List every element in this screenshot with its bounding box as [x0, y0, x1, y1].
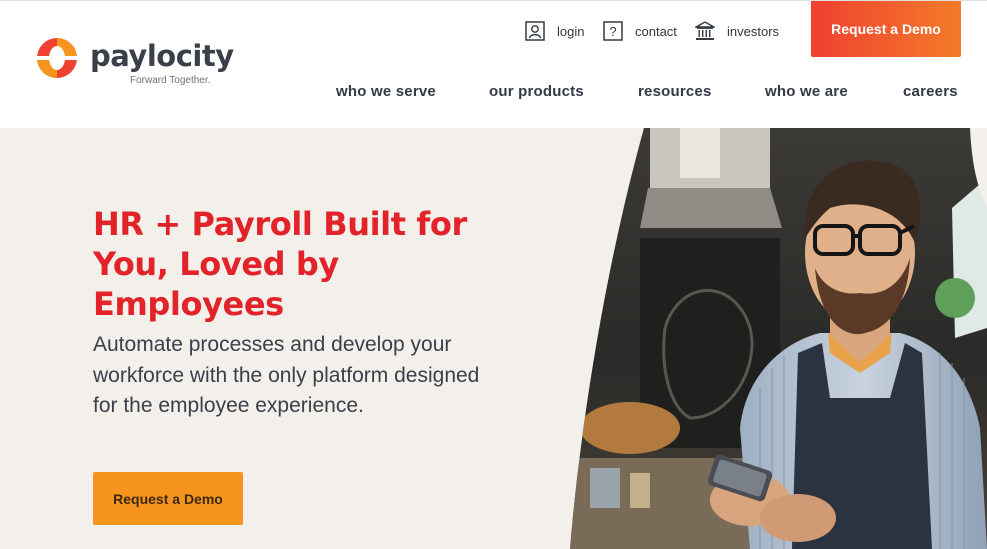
paylocity-logo-icon — [36, 38, 78, 78]
contact-link[interactable]: ? contact — [603, 20, 677, 42]
request-demo-header-button[interactable]: Request a Demo — [811, 1, 961, 57]
login-label: login — [557, 23, 585, 39]
paylocity-logo[interactable]: paylocity Forward Together. — [34, 35, 234, 91]
svg-text:?: ? — [609, 24, 616, 39]
question-icon: ? — [603, 21, 623, 41]
nav-who-we-serve[interactable]: who we serve — [336, 83, 436, 100]
investors-label: investors — [727, 23, 780, 39]
building-icon — [695, 21, 715, 40]
man-with-phone-in-apron-photo — [570, 128, 987, 549]
nav-resources[interactable]: resources — [638, 83, 712, 100]
investors-link[interactable]: investors — [695, 20, 779, 42]
nav-who-we-are[interactable]: who we are — [765, 83, 848, 100]
logo-wordmark: paylocity — [90, 39, 234, 73]
nav-careers[interactable]: careers — [903, 83, 958, 100]
hero-title: HR + Payroll Built for You, Loved by Emp… — [93, 205, 467, 323]
site-header: paylocity Forward Together. login ? cont… — [0, 0, 987, 128]
logo-tagline: Forward Together. — [130, 75, 211, 86]
user-icon — [525, 21, 545, 41]
nav-our-products[interactable]: our products — [489, 83, 584, 100]
hero-subtitle: Automate processes and develop your work… — [93, 333, 480, 417]
contact-label: contact — [635, 23, 677, 39]
hero-section: HR + Payroll Built for You, Loved by Emp… — [0, 128, 987, 549]
login-link[interactable]: login — [525, 20, 584, 42]
request-demo-hero-button[interactable]: Request a Demo — [93, 472, 243, 525]
